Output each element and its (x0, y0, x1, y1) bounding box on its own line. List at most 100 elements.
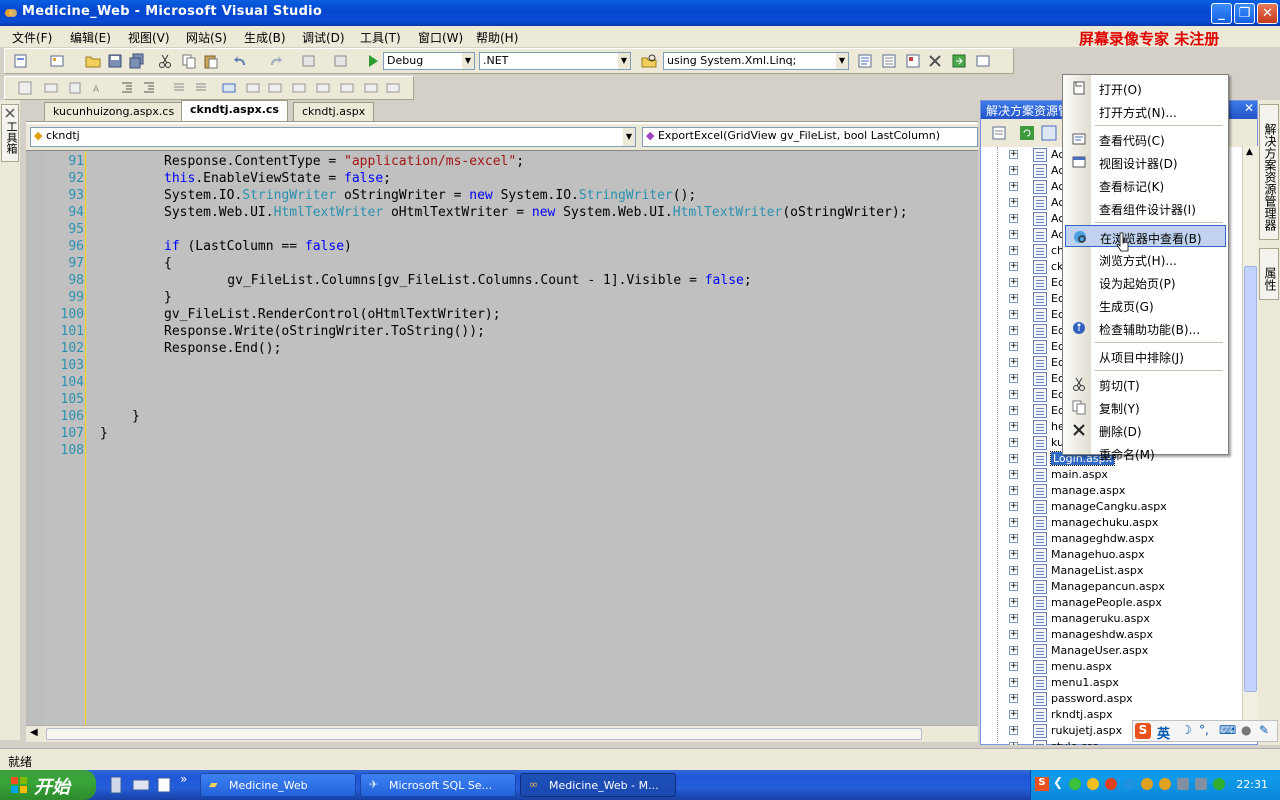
solution-config-combo[interactable]: Debug ▼ (383, 52, 475, 70)
menu-debug[interactable]: 调试(D) (302, 29, 345, 46)
object-browser-icon[interactable] (905, 53, 921, 69)
vertical-scroll-thumb[interactable] (1244, 266, 1257, 692)
expand-icon[interactable]: + (1009, 406, 1018, 415)
volume-icon[interactable] (1195, 778, 1207, 790)
expand-icon[interactable]: + (1009, 726, 1018, 735)
toolbox-icon[interactable] (927, 53, 943, 69)
tray-collapse-icon[interactable]: ❮ (1053, 775, 1063, 789)
taskbar-sql-button[interactable]: ✈ Microsoft SQL Se... (360, 773, 516, 797)
context-menu-item[interactable]: 剪切(T) (1065, 373, 1226, 395)
close-button[interactable]: ✕ (1257, 3, 1278, 24)
increase-indent-icon[interactable] (141, 80, 157, 96)
context-menu-item[interactable]: 查看代码(C) (1065, 128, 1226, 150)
expand-icon[interactable]: + (1009, 310, 1018, 319)
save-all-icon[interactable] (129, 53, 145, 69)
expand-icon[interactable]: + (1009, 678, 1018, 687)
taskbar-folder-button[interactable]: ▰ Medicine_Web (200, 773, 356, 797)
taskbar-vs-button[interactable]: ∞ Medicine_Web - M... (520, 773, 676, 797)
platform-combo[interactable]: .NET ▼ (479, 52, 631, 70)
horizontal-scrollbar[interactable]: ◀ (26, 725, 978, 742)
solution-explorer-close-icon[interactable]: ✕ (1244, 101, 1254, 115)
command-window-icon[interactable] (975, 53, 991, 69)
security-shield-icon[interactable] (1213, 778, 1225, 790)
menu-edit[interactable]: 编辑(E) (70, 29, 111, 46)
tray-app-icon[interactable] (1087, 778, 1099, 790)
code-editor[interactable]: 91 92 93 94 95 96 97 98 99 100 101 102 103 104 105 106 1… (26, 150, 978, 726)
tray-app-icon[interactable] (1105, 778, 1117, 790)
context-menu-item[interactable]: 重命名(M) (1065, 442, 1226, 464)
expand-icon[interactable]: + (1009, 454, 1018, 463)
expand-icon[interactable]: + (1009, 166, 1018, 175)
context-menu-item[interactable]: 打开(O) (1065, 77, 1226, 99)
scroll-left-icon[interactable]: ◀ (30, 727, 38, 738)
horizontal-scroll-thumb[interactable] (46, 728, 922, 740)
navigate-forward-icon[interactable] (333, 53, 349, 69)
properties-side-tab[interactable]: 属性 (1259, 248, 1279, 300)
clear-bookmarks-icon[interactable] (385, 80, 401, 96)
uncomment-icon[interactable] (193, 80, 209, 96)
expand-icon[interactable]: + (1009, 582, 1018, 591)
expand-icon[interactable]: + (1009, 550, 1018, 559)
properties-icon[interactable] (991, 125, 1007, 141)
expand-icon[interactable]: + (1009, 422, 1018, 431)
expand-icon[interactable]: + (1009, 326, 1018, 335)
expand-icon[interactable]: + (1009, 374, 1018, 383)
menu-tools[interactable]: 工具(T) (360, 29, 401, 46)
previous-bookmark-icon[interactable] (245, 80, 261, 96)
cut-icon[interactable] (157, 53, 173, 69)
redo-icon[interactable] (267, 53, 283, 69)
expand-icon[interactable]: + (1009, 390, 1018, 399)
expand-icon[interactable]: + (1009, 694, 1018, 703)
expand-icon[interactable]: + (1009, 198, 1018, 207)
context-menu-item[interactable]: 视图设计器(D) (1065, 151, 1226, 173)
refresh-icon[interactable] (1019, 125, 1035, 141)
expand-icon[interactable]: + (1009, 614, 1018, 623)
next-bookmark-folder-icon[interactable] (315, 80, 331, 96)
complete-word-icon[interactable]: A (91, 80, 107, 96)
solution-explorer-icon[interactable] (857, 53, 873, 69)
tray-app-icon[interactable] (1123, 778, 1135, 790)
expand-icon[interactable]: + (1009, 182, 1018, 191)
menu-view[interactable]: 视图(V) (128, 29, 170, 46)
expand-icon[interactable]: + (1009, 230, 1018, 239)
expand-icon[interactable]: + (1009, 294, 1018, 303)
expand-icon[interactable]: + (1009, 246, 1018, 255)
context-menu-item[interactable]: 在浏览器中查看(B) (1065, 225, 1226, 247)
start-debugging-icon[interactable] (365, 53, 381, 69)
quicklaunch-more-icon[interactable]: » (180, 772, 187, 786)
toolbox-tab[interactable]: 工具箱 (1, 104, 19, 162)
tray-app-icon[interactable] (1069, 778, 1081, 790)
comment-out-icon[interactable] (171, 80, 187, 96)
sogou-tray-icon[interactable]: S (1035, 777, 1049, 791)
start-page-icon[interactable] (951, 53, 967, 69)
wrench-icon[interactable]: ✎ (1259, 723, 1269, 737)
expand-icon[interactable]: + (1009, 214, 1018, 223)
menu-file[interactable]: 文件(F) (12, 29, 52, 46)
context-menu-item[interactable]: 查看标记(K) (1065, 174, 1226, 196)
copy-icon[interactable] (181, 53, 197, 69)
keyboard-icon[interactable]: ⌨ (1219, 723, 1236, 737)
next-bookmark-icon[interactable] (267, 80, 283, 96)
parameter-info-icon[interactable] (43, 80, 59, 96)
menu-build[interactable]: 生成(B) (244, 29, 286, 46)
quick-info-icon[interactable] (67, 80, 83, 96)
context-menu-item[interactable]: 从项目中排除(J) (1065, 345, 1226, 367)
expand-icon[interactable]: + (1009, 342, 1018, 351)
expand-icon[interactable]: + (1009, 438, 1018, 447)
expand-icon[interactable]: + (1009, 518, 1018, 527)
context-menu-item[interactable]: 打开方式(N)... (1065, 100, 1226, 122)
expand-icon[interactable]: + (1009, 470, 1018, 479)
expand-icon[interactable]: + (1009, 598, 1018, 607)
network-icon[interactable] (1177, 778, 1189, 790)
previous-bookmark-doc-icon[interactable] (339, 80, 355, 96)
punctuation-icon[interactable]: °, (1199, 723, 1209, 737)
quicklaunch-ie-icon[interactable] (108, 776, 124, 794)
expand-icon[interactable]: + (1009, 150, 1018, 159)
new-project-icon[interactable] (13, 53, 29, 69)
half-width-icon[interactable]: ☽ (1181, 723, 1192, 737)
navigate-backward-icon[interactable] (301, 53, 317, 69)
menu-website[interactable]: 网站(S) (186, 29, 227, 46)
expand-icon[interactable]: + (1009, 358, 1018, 367)
context-menu-item[interactable]: 复制(Y) (1065, 396, 1226, 418)
previous-bookmark-folder-icon[interactable] (291, 80, 307, 96)
